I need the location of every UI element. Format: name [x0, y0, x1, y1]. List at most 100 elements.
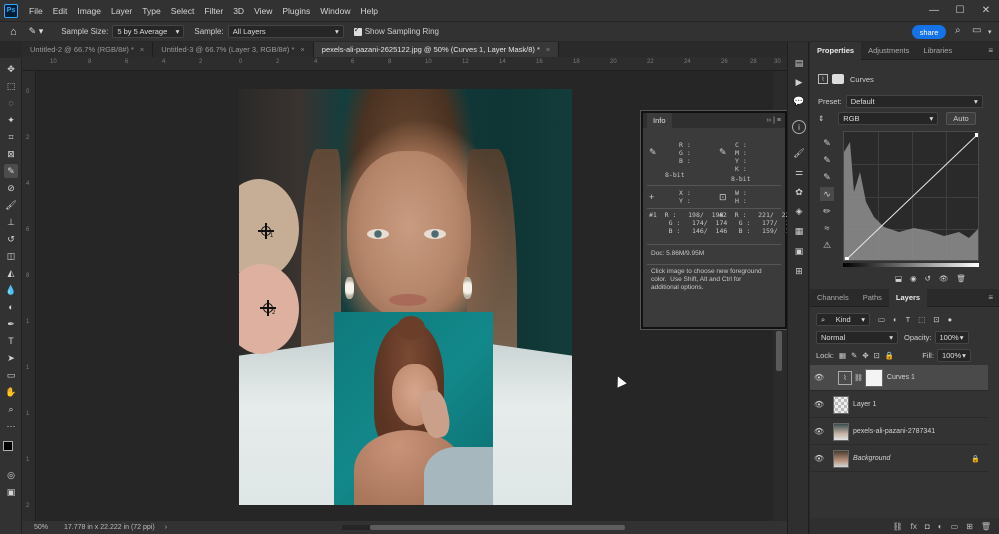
lock-pixels-icon[interactable]: ✎ — [851, 351, 857, 360]
zoom-tool-icon[interactable]: ⌕ — [4, 402, 18, 416]
close-icon[interactable]: × — [300, 45, 304, 54]
crop-tool-icon[interactable]: ⌗ — [4, 130, 18, 144]
layer-row-pexels[interactable]: 👁 pexels-ali-pazani-2787341 — [810, 419, 988, 445]
color-sampler-2[interactable]: 2 — [260, 300, 276, 316]
menu-file[interactable]: File — [24, 6, 48, 16]
close-icon[interactable]: × — [140, 45, 144, 54]
blend-mode-select[interactable]: Normal ▾ — [816, 331, 898, 344]
new-layer-icon[interactable]: ⊞ — [966, 522, 973, 531]
visibility-eye-icon[interactable]: 👁 — [810, 454, 828, 463]
sample-size-select[interactable]: 5 by 5 Average ▾ — [112, 25, 185, 38]
eyedropper-gray-icon[interactable]: ✎ — [820, 153, 834, 167]
frame-tool-icon[interactable]: ⊠ — [4, 147, 18, 161]
add-mask-icon[interactable]: ◘ — [925, 522, 930, 531]
chevron-right-icon[interactable]: › — [165, 524, 167, 531]
menu-filter[interactable]: Filter — [199, 6, 228, 16]
filter-pixel-icon[interactable]: ▭ — [878, 315, 885, 324]
marquee-tool-icon[interactable]: ⬚ — [4, 79, 18, 93]
menu-layer[interactable]: Layer — [106, 6, 137, 16]
close-icon[interactable]: × — [546, 45, 550, 54]
panel-menu-icon[interactable]: ≡ — [988, 293, 993, 302]
tab-layers[interactable]: Layers — [888, 288, 928, 307]
tab-properties[interactable]: Properties — [810, 41, 862, 60]
clip-to-layer-icon[interactable]: ⬓ — [895, 274, 902, 283]
auto-button[interactable]: Auto — [946, 112, 976, 125]
eyedropper-white-icon[interactable]: ✎ — [820, 170, 834, 184]
on-image-adjust-icon[interactable]: ⇕ — [818, 114, 824, 123]
layer-1-image[interactable] — [334, 312, 493, 505]
lock-transparent-icon[interactable]: ▦ — [839, 351, 846, 360]
fill-field[interactable]: 100% ▾ — [936, 349, 971, 362]
tab-info[interactable]: Info — [647, 113, 672, 128]
color-sampler-1[interactable]: 1 — [258, 223, 274, 239]
layer-name[interactable]: Background — [853, 455, 890, 462]
lasso-tool-icon[interactable]: ◌ — [4, 96, 18, 110]
tab-untitled-2[interactable]: Untitled-2 @ 66.7% (RGB/8#) * × — [22, 42, 154, 57]
layer-name[interactable]: Curves 1 — [887, 374, 915, 381]
comments-icon[interactable]: 💬 — [792, 94, 806, 108]
menu-type[interactable]: Type — [137, 6, 165, 16]
quick-mask-icon[interactable]: ◎ — [4, 468, 18, 482]
sample-select[interactable]: All Layers ▾ — [227, 25, 344, 38]
layer-row-layer-1[interactable]: 👁 Layer 1 — [810, 392, 988, 418]
actions-play-icon[interactable]: ▶ — [792, 75, 806, 89]
blur-tool-icon[interactable]: 💧 — [4, 283, 18, 297]
menu-plugins[interactable]: Plugins — [277, 6, 315, 16]
curve-points-icon[interactable]: ∿ — [820, 187, 834, 201]
group-folder-icon[interactable]: ▭ — [951, 522, 959, 531]
scrollbar-thumb[interactable] — [370, 525, 625, 530]
visibility-icon[interactable]: 👁 — [939, 274, 949, 283]
layer-row-background[interactable]: 👁 Background 🔒 — [810, 446, 988, 472]
menu-view[interactable]: View — [249, 6, 277, 16]
tab-libraries[interactable]: Libraries — [916, 42, 959, 60]
panel-menu-icon[interactable]: ›› | ≡ — [767, 117, 781, 124]
clone-stamp-tool-icon[interactable]: ⊥ — [4, 215, 18, 229]
screen-mode-icon[interactable]: ▣ — [4, 485, 18, 499]
fx-icon[interactable]: fx — [911, 522, 917, 531]
history-brush-tool-icon[interactable]: ↺ — [4, 232, 18, 246]
tab-channels[interactable]: Channels — [810, 289, 856, 307]
filter-smart-object-icon[interactable]: ⊡ — [933, 315, 939, 324]
healing-brush-tool-icon[interactable]: ⊘ — [4, 181, 18, 195]
paint-bucket-tool-icon[interactable]: ◭ — [4, 266, 18, 280]
filter-adjustment-icon[interactable]: ◐ — [893, 315, 898, 324]
zoom-level[interactable]: 50% — [34, 524, 48, 531]
filter-toggle-icon[interactable]: ● — [948, 315, 953, 324]
layer-name[interactable]: Layer 1 — [853, 401, 876, 408]
visibility-eye-icon[interactable]: 👁 — [810, 400, 828, 409]
home-icon[interactable]: ⌂ — [10, 26, 17, 38]
swatches-icon[interactable]: ▦ — [792, 224, 806, 238]
clipping-warning-icon[interactable]: ⚠ — [820, 238, 834, 252]
channel-select[interactable]: RGB ▾ — [838, 112, 939, 125]
search-icon[interactable]: ⌕ — [955, 25, 961, 36]
more-tools-icon[interactable]: ··· — [4, 419, 18, 433]
layer-row-curves-1[interactable]: 👁 ⌇ ⛓ Curves 1 — [810, 365, 988, 391]
maximize-button[interactable]: ☐ — [947, 0, 973, 21]
chevron-down-icon[interactable]: ▾ — [988, 28, 992, 36]
workspace-icon[interactable]: ▭ — [972, 25, 981, 36]
view-previous-icon[interactable]: ◉ — [910, 274, 917, 283]
filter-shape-icon[interactable]: ⬚ — [918, 315, 925, 324]
filter-type-icon[interactable]: T — [906, 315, 911, 324]
trash-icon[interactable]: 🗑 — [981, 522, 991, 531]
document-size[interactable]: 17.778 in x 22.222 in (72 ppi) — [64, 524, 155, 531]
preset-select[interactable]: Default ▾ — [845, 95, 983, 108]
rectangle-tool-icon[interactable]: ▭ — [4, 368, 18, 382]
pencil-draw-icon[interactable]: ✏ — [820, 204, 834, 218]
eyedropper-tool-icon[interactable]: ✎ — [4, 164, 18, 178]
info-panel-icon[interactable]: i — [792, 120, 806, 134]
panel-menu-icon[interactable]: ≡ — [988, 46, 993, 55]
3d-icon[interactable]: ◈ — [792, 204, 806, 218]
show-sampling-ring-checkbox[interactable] — [353, 25, 362, 36]
layer-kind-select[interactable]: ⌕ Kind ▾ — [816, 313, 870, 326]
eraser-tool-icon[interactable]: ◫ — [4, 249, 18, 263]
scrollbar-thumb[interactable] — [776, 331, 782, 371]
link-icon[interactable]: ⛓ — [854, 374, 863, 382]
mask-icon[interactable] — [832, 74, 844, 84]
menu-image[interactable]: Image — [72, 6, 106, 16]
lock-artboard-icon[interactable]: ⊡ — [874, 351, 880, 360]
visibility-eye-icon[interactable]: 👁 — [810, 373, 828, 382]
tab-pexels-image[interactable]: pexels-ali-pazani-2625122.jpg @ 50% (Cur… — [313, 42, 560, 57]
tab-paths[interactable]: Paths — [856, 289, 889, 307]
navigator-icon[interactable]: ▣ — [792, 244, 806, 258]
